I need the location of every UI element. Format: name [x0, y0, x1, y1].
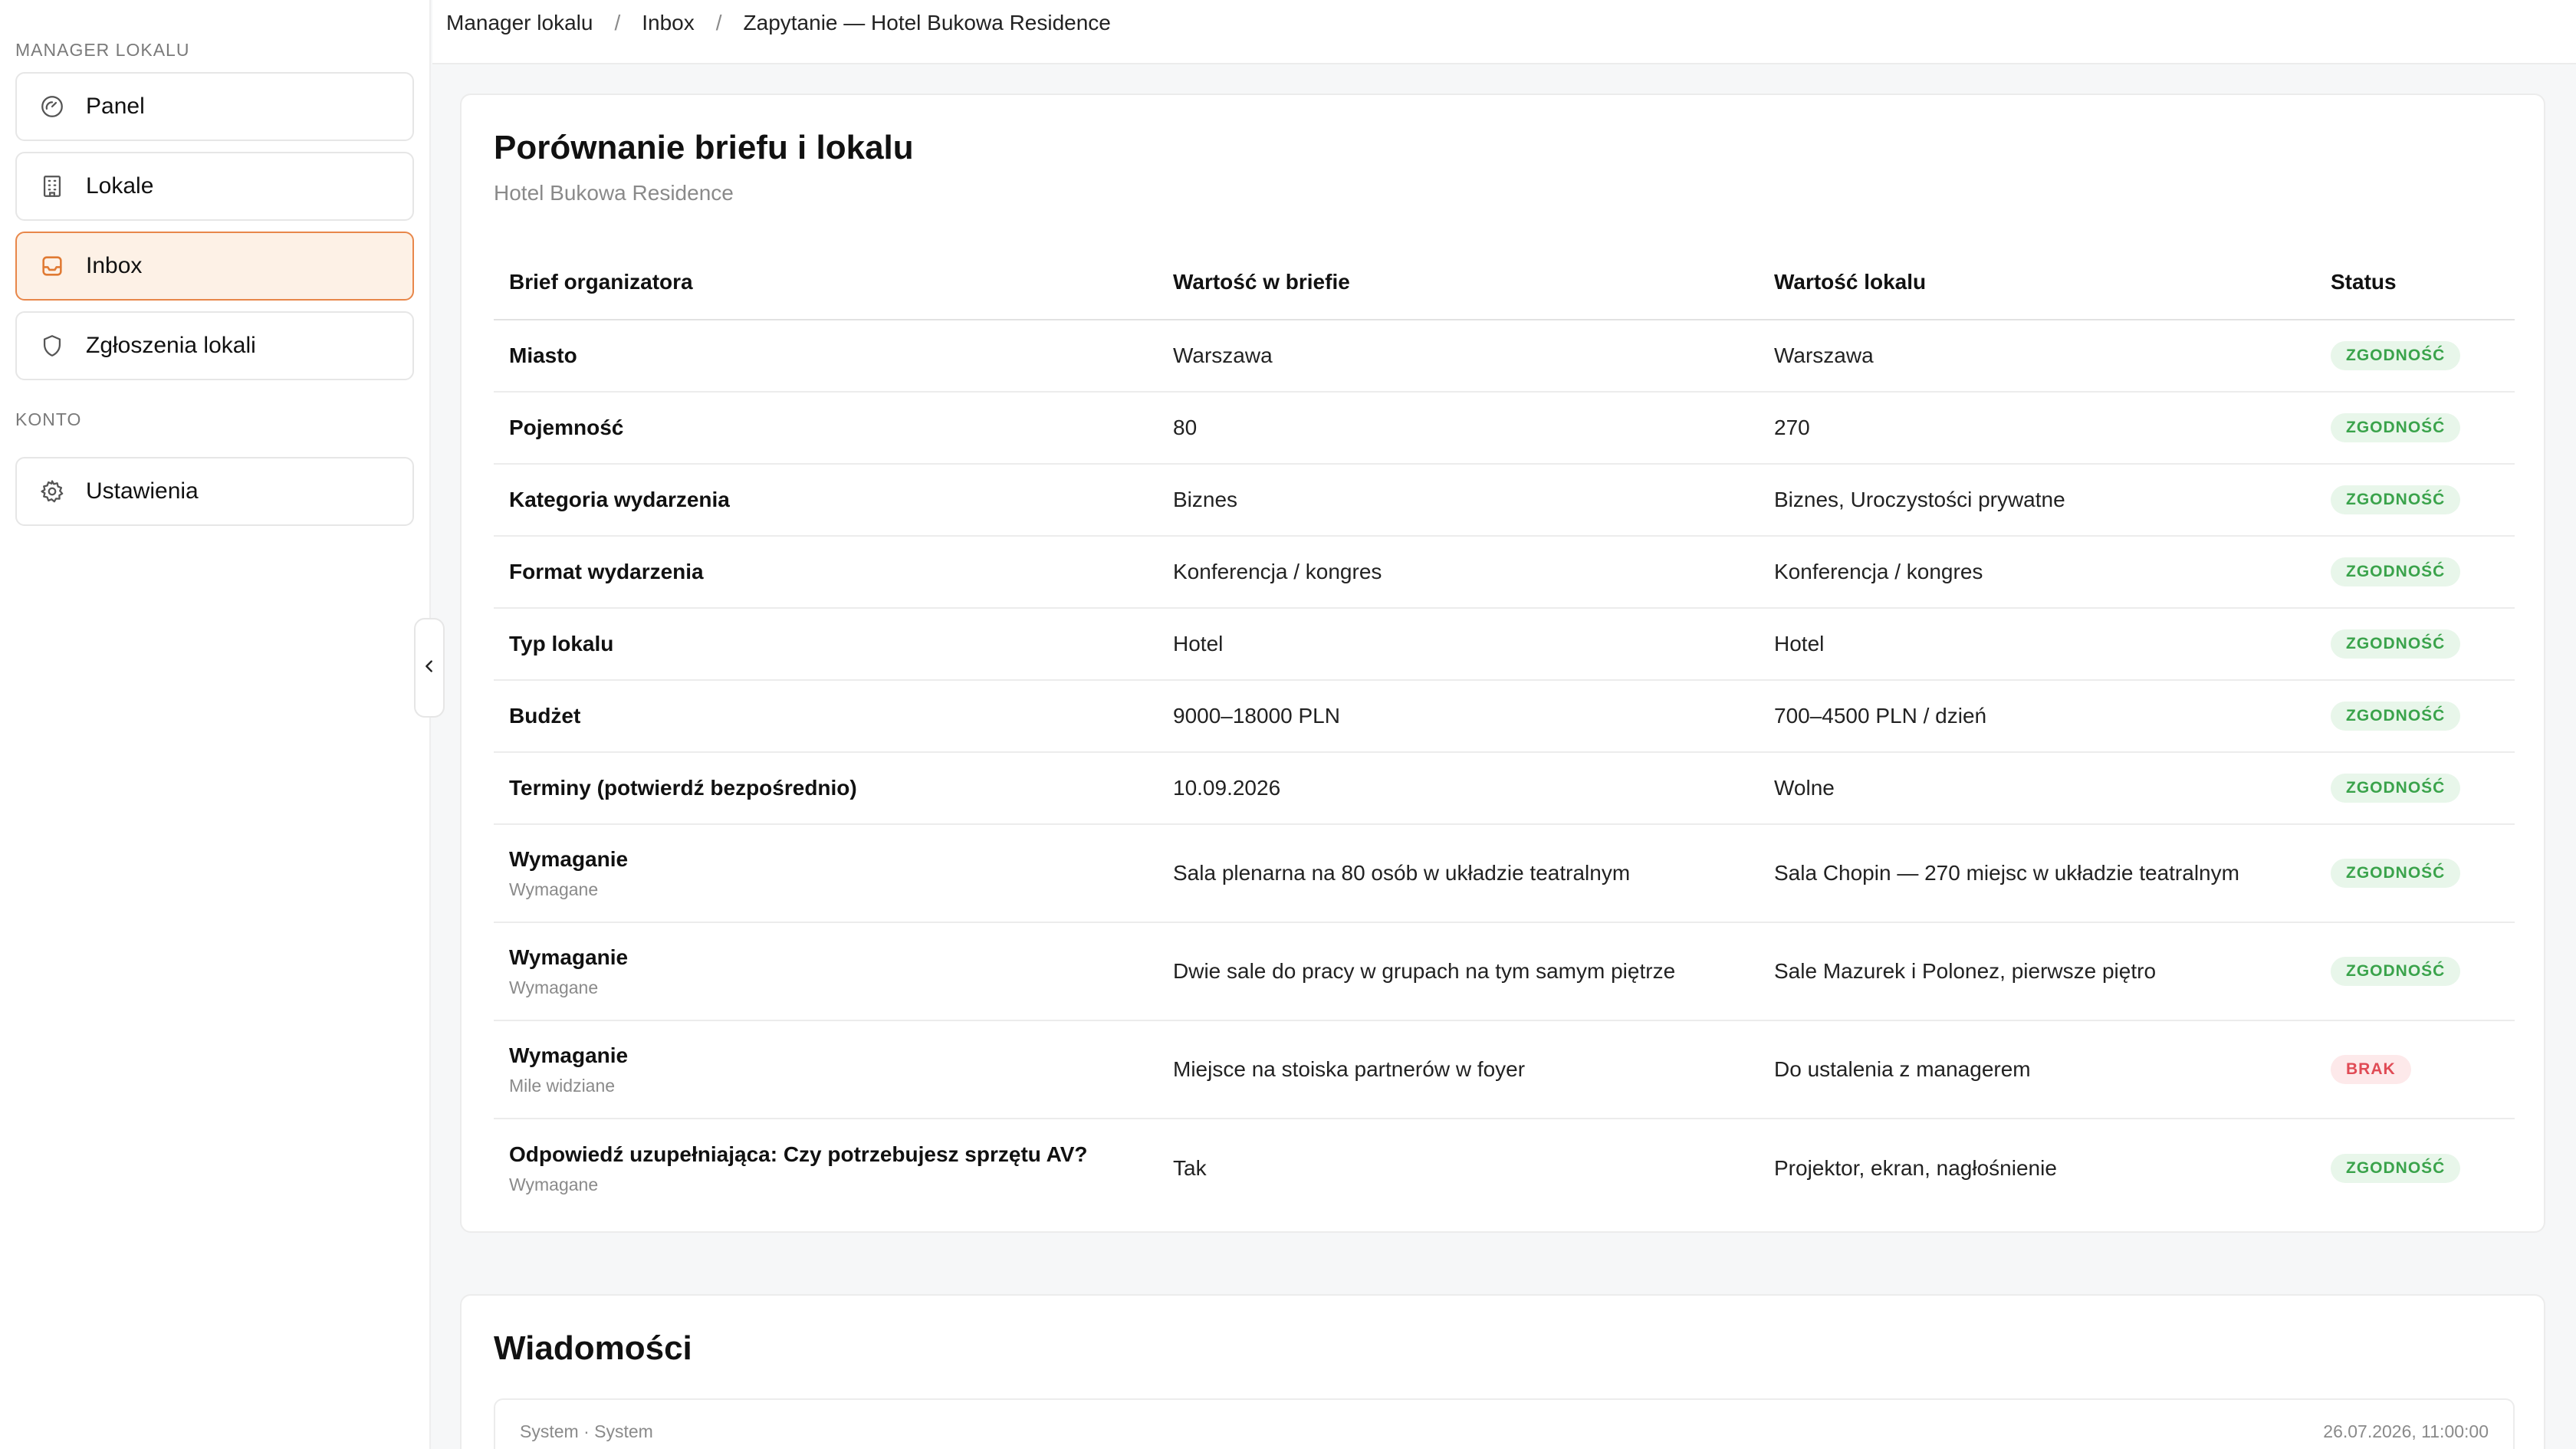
section-label-manager: MANAGER LOKALU	[15, 40, 190, 60]
message-timestamp: 26.07.2026, 11:00:00	[2323, 1421, 2489, 1441]
status-badge: ZGODNOŚĆ	[2331, 485, 2461, 514]
brief-value: Tak	[1173, 1156, 1207, 1180]
status-badge: ZGODNOŚĆ	[2331, 413, 2461, 442]
brief-value: Hotel	[1173, 632, 1224, 656]
table-row: Wymaganie Wymagane Sala plenarna na 80 o…	[494, 825, 2515, 923]
column-header: Brief organizatora	[509, 270, 693, 294]
brief-value: Sala plenarna na 80 osób w układzie teat…	[1173, 861, 1631, 885]
status-badge: ZGODNOŚĆ	[2331, 1154, 2461, 1183]
column-header: Status	[2331, 270, 2397, 294]
message-item[interactable]: System · System 26.07.2026, 11:00:00	[494, 1398, 2515, 1449]
brief-value: Dwie sale do pracy w grupach na tym samy…	[1173, 959, 1676, 983]
table-header: Brief organizatora Wartość w briefie War…	[494, 245, 2515, 320]
row-label: Miasto	[509, 343, 577, 367]
row-label: Pojemność	[509, 416, 624, 439]
table-row: Pojemność 80 270 ZGODNOŚĆ	[494, 393, 2515, 465]
shield-icon	[38, 332, 66, 360]
table-row: Wymaganie Mile widziane Miejsce na stois…	[494, 1021, 2515, 1119]
status-badge: ZGODNOŚĆ	[2331, 957, 2461, 986]
venue-value: Do ustalenia z managerem	[1774, 1057, 2031, 1081]
sidebar-item-inbox[interactable]: Inbox	[15, 232, 414, 301]
breadcrumb: Manager lokalu / Inbox / Zapytanie — Hot…	[432, 0, 2576, 64]
venue-value: Biznes, Uroczystości prywatne	[1774, 488, 2065, 511]
breadcrumb-manager[interactable]: Manager lokalu	[446, 11, 593, 35]
row-label: Wymaganie	[509, 945, 629, 969]
requirement-priority: Mile widziane	[509, 1075, 616, 1096]
table-row: Odpowiedź uzupełniająca: Czy potrzebujes…	[494, 1119, 2515, 1217]
gear-icon	[38, 478, 66, 505]
sidebar-item-lokale[interactable]: Lokale	[15, 152, 414, 221]
requirement-priority: Wymagane	[509, 879, 599, 899]
requirement-priority: Wymagane	[509, 1174, 599, 1194]
venue-value: Konferencja / kongres	[1774, 560, 1983, 583]
sidebar-collapse-button[interactable]	[414, 618, 445, 718]
row-label: Budżet	[509, 704, 581, 728]
venue-value: 270	[1774, 416, 1810, 439]
inbox-icon	[38, 252, 66, 280]
status-badge: ZGODNOŚĆ	[2331, 341, 2461, 370]
breadcrumb-separator: /	[715, 11, 722, 34]
venue-value: Wolne	[1774, 776, 1835, 800]
status-badge: ZGODNOŚĆ	[2331, 774, 2461, 803]
venue-value: Sala Chopin — 270 miejsc w układzie teat…	[1774, 861, 2239, 885]
section-label-account: KONTO	[15, 409, 82, 429]
comparison-card: Porównanie briefu i lokalu Hotel Bukowa …	[460, 94, 2545, 1233]
venue-value: Sale Mazurek i Polonez, pierwsze piętro	[1774, 959, 2157, 983]
sidebar-item-label: Lokale	[86, 173, 154, 199]
column-header: Wartość lokalu	[1774, 270, 1927, 294]
sidebar: MANAGER LOKALU Panel Lokale Inbox Zgłosz…	[0, 0, 431, 1449]
venue-value: Projektor, ekran, nagłośnienie	[1774, 1156, 2057, 1180]
messages-card: Wiadomości System · System 26.07.2026, 1…	[460, 1294, 2545, 1449]
chevron-left-icon	[421, 658, 438, 678]
row-label: Kategoria wydarzenia	[509, 488, 730, 511]
breadcrumb-separator: /	[614, 11, 621, 34]
row-label: Wymaganie	[509, 846, 629, 871]
brief-value: 9000–18000 PLN	[1173, 704, 1340, 728]
breadcrumb-inbox[interactable]: Inbox	[642, 11, 695, 35]
table-row: Wymaganie Wymagane Dwie sale do pracy w …	[494, 923, 2515, 1021]
table-row: Kategoria wydarzenia Biznes Biznes, Uroc…	[494, 465, 2515, 537]
sidebar-item-settings[interactable]: Ustawienia	[15, 457, 414, 526]
row-label: Typ lokalu	[509, 632, 614, 656]
sidebar-item-label: Zgłoszenia lokali	[86, 333, 256, 358]
row-label: Odpowiedź uzupełniająca: Czy potrzebujes…	[509, 1142, 1088, 1166]
page-title: Porównanie briefu i lokalu	[494, 129, 914, 166]
brief-value: Warszawa	[1173, 343, 1273, 367]
table-row: Format wydarzenia Konferencja / kongres …	[494, 537, 2515, 609]
comparison-table: Brief organizatora Wartość w briefie War…	[494, 245, 2515, 1217]
requirement-priority: Wymagane	[509, 977, 599, 997]
venue-value: 700–4500 PLN / dzień	[1774, 704, 1987, 728]
status-badge: ZGODNOŚĆ	[2331, 859, 2461, 888]
row-label: Wymaganie	[509, 1043, 629, 1067]
venue-name: Hotel Bukowa Residence	[494, 181, 734, 205]
table-row: Budżet 9000–18000 PLN 700–4500 PLN / dzi…	[494, 681, 2515, 753]
sidebar-item-zgloszenia[interactable]: Zgłoszenia lokali	[15, 311, 414, 380]
brief-value: Konferencja / kongres	[1173, 560, 1382, 583]
table-row: Terminy (potwierdź bezpośrednio) 10.09.2…	[494, 753, 2515, 825]
column-header: Wartość w briefie	[1173, 270, 1350, 294]
status-badge: ZGODNOŚĆ	[2331, 557, 2461, 586]
sidebar-item-panel[interactable]: Panel	[15, 72, 414, 141]
venue-value: Hotel	[1774, 632, 1825, 656]
message-sender: System · System	[520, 1421, 653, 1441]
status-badge: BRAK	[2331, 1055, 2411, 1084]
breadcrumb-current: Zapytanie — Hotel Bukowa Residence	[743, 11, 1111, 34]
brief-value: 10.09.2026	[1173, 776, 1281, 800]
sidebar-item-label: Panel	[86, 94, 145, 119]
status-badge: ZGODNOŚĆ	[2331, 629, 2461, 659]
sidebar-item-label: Ustawienia	[86, 478, 199, 504]
gauge-icon	[38, 93, 66, 120]
building-icon	[38, 172, 66, 200]
row-label: Format wydarzenia	[509, 560, 704, 583]
row-label: Terminy (potwierdź bezpośrednio)	[509, 776, 857, 800]
brief-value: Biznes	[1173, 488, 1238, 511]
brief-value: Miejsce na stoiska partnerów w foyer	[1173, 1057, 1526, 1081]
brief-value: 80	[1173, 416, 1198, 439]
table-row: Typ lokalu Hotel Hotel ZGODNOŚĆ	[494, 609, 2515, 681]
table-row: Miasto Warszawa Warszawa ZGODNOŚĆ	[494, 320, 2515, 393]
sidebar-item-label: Inbox	[86, 253, 143, 278]
status-badge: ZGODNOŚĆ	[2331, 702, 2461, 731]
messages-title: Wiadomości	[494, 1329, 692, 1367]
venue-value: Warszawa	[1774, 343, 1874, 367]
